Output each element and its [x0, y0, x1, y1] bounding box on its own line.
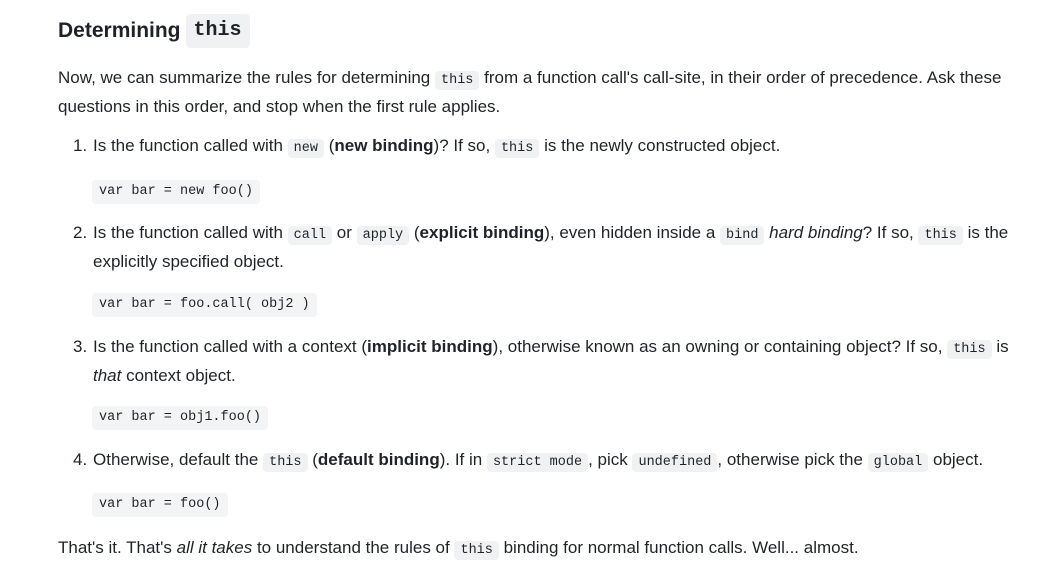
rule-number: 2. [73, 223, 88, 242]
inline-code: global [867, 453, 929, 472]
italic-term: hard binding [769, 223, 863, 242]
rule-text: ), otherwise known as an owning or conta… [492, 337, 948, 356]
rule-number: 3. [73, 337, 88, 356]
bold-term: default binding [317, 450, 440, 469]
inline-code: this [918, 226, 963, 245]
inline-code: bind [720, 226, 765, 245]
rule-text: ? If so, [862, 223, 919, 242]
document-page: Determining this Now, we can summarize t… [0, 0, 1061, 571]
rule-text: Otherwise, default the [93, 450, 264, 469]
outro-text: binding for normal function calls. Well.… [498, 538, 859, 557]
rule-text: ), even hidden inside a [544, 223, 721, 242]
rule-item-2: 2. Is the function called with call or a… [73, 220, 1013, 275]
bold-term: implicit binding [367, 337, 493, 356]
rule-item-3: 3. Is the function called with a context… [73, 334, 1013, 389]
heading-code: this [185, 14, 250, 48]
rule-text: Is the function called with [93, 136, 288, 155]
inline-code: strict mode [486, 453, 589, 472]
rule-item-4: 4. Otherwise, default the this (default … [73, 447, 1043, 476]
outro-text: That's it. That's [58, 538, 177, 557]
rule-text: or [332, 223, 357, 242]
rule-text: context object. [121, 366, 236, 385]
code-block-4: var bar = foo() [92, 493, 228, 517]
rule-number: 4. [73, 450, 88, 469]
outro-text: to understand the rules of [252, 538, 455, 557]
inline-code: this [454, 541, 499, 560]
rule-text: )? If so, [433, 136, 495, 155]
code-block-2: var bar = foo.call( obj2 ) [92, 293, 317, 317]
intro-text: Now, we can summarize the rules for dete… [58, 68, 435, 87]
rule-text: ( [409, 223, 420, 242]
section-heading: Determining this [58, 14, 250, 48]
rule-text: is the newly constructed object. [539, 136, 781, 155]
bold-term: explicit binding [419, 223, 545, 242]
rule-number: 1. [73, 136, 88, 155]
inline-code: new [287, 139, 324, 158]
inline-code: apply [356, 226, 410, 245]
italic-term: all it takes [176, 538, 253, 557]
rule-text: Is the function called with [93, 223, 288, 242]
outro-paragraph: That's it. That's all it takes to unders… [58, 535, 1008, 564]
inline-code: undefined [632, 453, 718, 472]
inline-code: this [494, 139, 540, 158]
rule-text: , otherwise pick the [717, 450, 868, 469]
inline-code: this [263, 453, 308, 472]
rule-text: Is the function called with a context ( [93, 337, 368, 356]
inline-code: this [435, 71, 480, 90]
rule-text: ( [323, 136, 335, 155]
rule-text: ( [307, 450, 318, 469]
rule-text: object. [928, 450, 984, 469]
code-block-3: var bar = obj1.foo() [92, 406, 269, 430]
rule-item-1: 1. Is the function called with new (new … [73, 133, 1013, 162]
code-block-1: var bar = new foo() [92, 180, 260, 204]
inline-code: this [947, 340, 992, 359]
intro-paragraph: Now, we can summarize the rules for dete… [58, 65, 1008, 120]
rule-text: , pick [588, 450, 633, 469]
rule-text: ). If in [439, 450, 487, 469]
rule-text: is [991, 337, 1009, 356]
italic-term: that [93, 366, 122, 385]
bold-term: new binding [334, 136, 434, 155]
inline-code: call [287, 226, 333, 245]
heading-text: Determining [58, 19, 181, 42]
